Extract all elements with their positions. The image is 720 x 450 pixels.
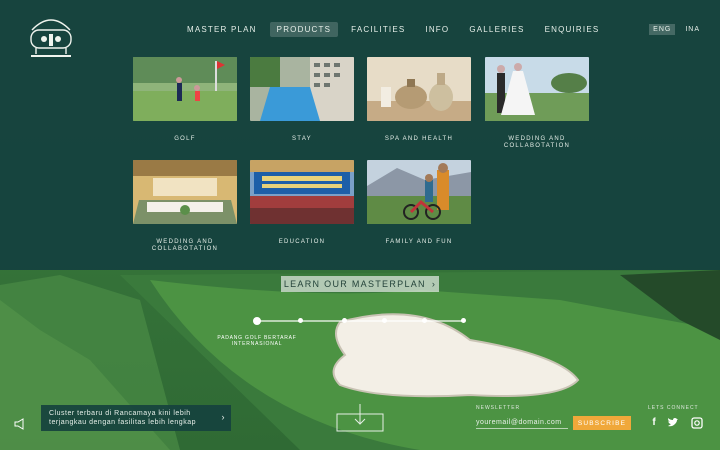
- timeline-label: PADANG GOLF BERTARAF INTERNASIONAL: [217, 335, 297, 347]
- lets-connect-label: LETS CONNECT: [648, 405, 699, 411]
- rancamaya-logo[interactable]: [22, 10, 80, 60]
- nav-master-plan[interactable]: MASTER PLAN: [180, 22, 264, 37]
- lang-eng[interactable]: ENG: [649, 24, 676, 35]
- spa-photo: [367, 57, 471, 121]
- product-label: STAY: [292, 136, 312, 142]
- scroll-down-icon[interactable]: [336, 404, 384, 432]
- nav-products[interactable]: PRODUCTS: [269, 22, 339, 37]
- nav-enquiries[interactable]: ENQUIRIES: [538, 22, 607, 37]
- timeline-dot-3[interactable]: [342, 318, 347, 323]
- wedding-photo: [485, 57, 589, 121]
- meeting-room-photo: [133, 160, 237, 224]
- product-tile-golf[interactable]: GOLF: [133, 57, 237, 143]
- product-label: GOLF: [174, 136, 196, 142]
- product-tile-meeting[interactable]: WEDDING AND COLLABOTATION: [133, 160, 237, 253]
- timeline-dot-5[interactable]: [422, 318, 427, 323]
- lang-ina[interactable]: INA: [681, 24, 704, 35]
- timeline-dot-4[interactable]: [382, 318, 387, 323]
- timeline-dot-2[interactable]: [298, 318, 303, 323]
- product-label: SPA AND HEALTH: [384, 136, 454, 142]
- chevron-right-icon: ›: [431, 279, 437, 289]
- product-label: WEDDING AND COLLABOTATION: [151, 239, 219, 252]
- product-label: WEDDING AND COLLABOTATION: [503, 136, 571, 149]
- learn-masterplan-button[interactable]: LEARN OUR MASTERPLAN ›: [281, 276, 439, 292]
- newsletter-label: NEWSLETTER: [476, 405, 521, 411]
- newsletter-email-field[interactable]: youremail@domain.com: [476, 419, 568, 429]
- subscribe-button[interactable]: SUBSCRIBE: [573, 416, 631, 430]
- product-label: EDUCATION: [278, 239, 326, 245]
- stay-photo: [250, 57, 354, 121]
- nav-galleries[interactable]: GALLERIES: [462, 22, 531, 37]
- timeline-dot-1[interactable]: [253, 317, 261, 325]
- facebook-icon[interactable]: f: [648, 417, 660, 429]
- family-photo: [367, 160, 471, 224]
- announcement-text: Cluster terbaru di Rancamaya kini lebih …: [49, 410, 196, 426]
- sound-icon[interactable]: [14, 418, 28, 430]
- golf-photo: [133, 57, 237, 121]
- nav-info[interactable]: INFO: [418, 22, 456, 37]
- product-tile-family[interactable]: FAMILY AND FUN: [367, 160, 471, 246]
- product-tile-stay[interactable]: STAY: [250, 57, 354, 143]
- twitter-icon[interactable]: [667, 417, 679, 429]
- nav-facilities[interactable]: FACILITIES: [344, 22, 412, 37]
- education-photo: [250, 160, 354, 224]
- instagram-icon[interactable]: [691, 417, 703, 429]
- language-switcher: ENG INA: [649, 24, 704, 35]
- main-navigation: MASTER PLAN PRODUCTS FACILITIES INFO GAL…: [180, 22, 612, 37]
- hero-timeline: [253, 317, 466, 325]
- product-tile-wedding[interactable]: WEDDING AND COLLABOTATION: [485, 57, 589, 150]
- product-label: FAMILY AND FUN: [385, 239, 453, 245]
- announcement-banner[interactable]: Cluster terbaru di Rancamaya kini lebih …: [41, 405, 231, 431]
- timeline-dot-6[interactable]: [461, 318, 466, 323]
- product-tile-education[interactable]: EDUCATION: [250, 160, 354, 246]
- product-tile-spa[interactable]: SPA AND HEALTH: [367, 57, 471, 143]
- products-menu-panel: MASTER PLAN PRODUCTS FACILITIES INFO GAL…: [0, 0, 720, 270]
- cta-label: LEARN OUR MASTERPLAN: [283, 279, 426, 289]
- chevron-right-icon: ›: [221, 412, 225, 422]
